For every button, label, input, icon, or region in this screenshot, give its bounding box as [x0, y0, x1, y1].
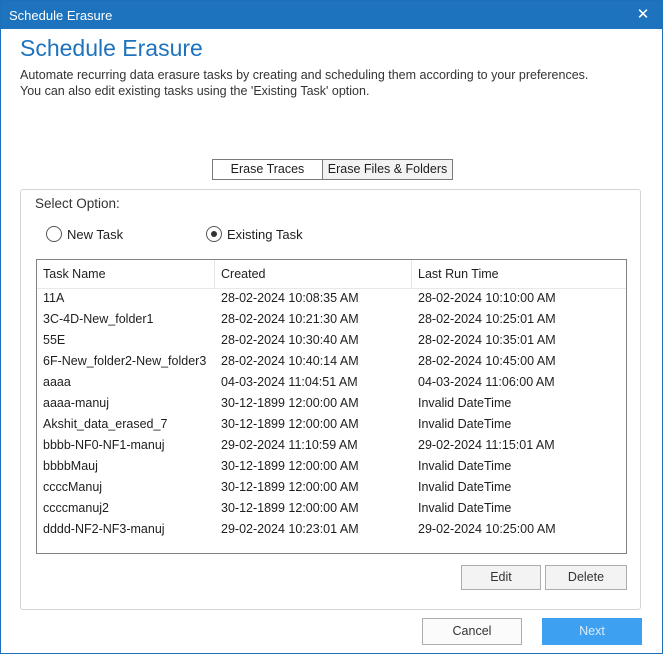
- created-cell: 29-02-2024 11:10:59 AM: [221, 438, 358, 452]
- column-header-last-run-time[interactable]: Last Run Time: [411, 260, 626, 289]
- task-name-cell: aaaa-manuj: [43, 396, 110, 410]
- edit-button[interactable]: Edit: [461, 565, 541, 590]
- last-run-time-cell: 29-02-2024 11:15:01 AM: [418, 438, 555, 452]
- table-row[interactable]: 55E 28-02-2024 10:30:40 AM 28-02-2024 10:3…: [37, 330, 626, 351]
- last-run-time-cell: 28-02-2024 10:45:00 AM: [418, 354, 556, 368]
- created-cell: 30-12-1899 12:00:00 AM: [221, 480, 359, 494]
- new-task-label: New Task: [67, 226, 124, 242]
- created-cell: 28-02-2024 10:08:35 AM: [221, 291, 359, 305]
- task-name-cell: bbbb-NF0-NF1-manuj: [43, 438, 165, 452]
- last-run-time-cell: Invalid DateTime: [418, 480, 512, 494]
- last-run-time-cell: Invalid DateTime: [418, 501, 512, 515]
- task-name-cell: 3C-4D-New_folder1: [43, 312, 154, 326]
- select-option-label: Select Option:: [35, 196, 120, 211]
- created-cell: 28-02-2024 10:30:40 AM: [221, 333, 359, 347]
- table-row[interactable]: ccccManuj 30-12-1899 12:00:00 AM Invalid D…: [37, 477, 626, 498]
- created-cell: 04-03-2024 11:04:51 AM: [221, 375, 358, 389]
- close-icon[interactable]: ✕: [632, 4, 654, 26]
- task-name-cell: 55E: [43, 333, 66, 347]
- description-line-2: You can also edit existing tasks using t…: [20, 84, 370, 98]
- cancel-button[interactable]: Cancel: [422, 618, 522, 645]
- table-row[interactable]: 3C-4D-New_folder1 28-02-2024 10:21:30 AM 2…: [37, 309, 626, 330]
- window-title: Schedule Erasure: [9, 8, 113, 23]
- last-run-time-cell: 28-02-2024 10:35:01 AM: [418, 333, 556, 347]
- task-name-cell: 11A: [43, 291, 65, 305]
- tab-erase-traces[interactable]: Erase Traces: [212, 159, 323, 180]
- existing-task-radio[interactable]: Existing Task: [206, 224, 303, 244]
- table-row[interactable]: aaaa 04-03-2024 11:04:51 AM 04-03-2024 11:…: [37, 372, 626, 393]
- table-row[interactable]: bbbbMauj 30-12-1899 12:00:00 AM Invalid Da…: [37, 456, 626, 477]
- task-name-cell: bbbbMauj: [43, 459, 98, 473]
- radio-unchecked-icon: [46, 226, 62, 242]
- next-button[interactable]: Next: [542, 618, 642, 645]
- last-run-time-cell: 04-03-2024 11:06:00 AM: [418, 375, 555, 389]
- created-cell: 28-02-2024 10:21:30 AM: [221, 312, 359, 326]
- existing-task-label: Existing Task: [227, 226, 303, 242]
- task-name-cell: dddd-NF2-NF3-manuj: [43, 522, 165, 536]
- table-row[interactable]: aaaa-manuj 30-12-1899 12:00:00 AM Invalid …: [37, 393, 626, 414]
- task-name-cell: aaaa: [43, 375, 71, 389]
- page-heading: Schedule Erasure: [20, 35, 203, 61]
- last-run-time-cell: Invalid DateTime: [418, 459, 512, 473]
- tab-erase-files-folders[interactable]: Erase Files & Folders: [323, 159, 453, 180]
- description-line-1: Automate recurring data erasure tasks by…: [20, 68, 589, 82]
- task-list-rows: 11A 28-02-2024 10:08:35 AM 28-02-2024 10:1…: [37, 288, 626, 540]
- task-name-cell: ccccManuj: [43, 480, 103, 494]
- erase-type-tabs: Erase Traces Erase Files & Folders: [212, 159, 453, 180]
- last-run-time-cell: Invalid DateTime: [418, 396, 512, 410]
- last-run-time-cell: 29-02-2024 10:25:00 AM: [418, 522, 556, 536]
- created-cell: 28-02-2024 10:40:14 AM: [221, 354, 359, 368]
- delete-button[interactable]: Delete: [545, 565, 627, 590]
- last-run-time-cell: Invalid DateTime: [418, 417, 512, 431]
- new-task-radio[interactable]: New Task: [46, 224, 123, 244]
- column-header-task-name[interactable]: Task Name: [37, 260, 214, 289]
- created-cell: 30-12-1899 12:00:00 AM: [221, 396, 359, 410]
- table-row[interactable]: Akshit_data_erased_7 30-12-1899 12:00:00 …: [37, 414, 626, 435]
- created-cell: 30-12-1899 12:00:00 AM: [221, 417, 359, 431]
- task-name-cell: ccccmanuj2: [43, 501, 109, 515]
- task-list-header: Task Name Created Last Run Time: [37, 260, 626, 289]
- table-row[interactable]: bbbb-NF0-NF1-manuj 29-02-2024 11:10:59 AM…: [37, 435, 626, 456]
- created-cell: 29-02-2024 10:23:01 AM: [221, 522, 359, 536]
- task-panel: Select Option: New Task Existing Task Ta…: [20, 189, 641, 610]
- created-cell: 30-12-1899 12:00:00 AM: [221, 459, 359, 473]
- table-row[interactable]: dddd-NF2-NF3-manuj 29-02-2024 10:23:01 AM…: [37, 519, 626, 540]
- task-name-cell: 6F-New_folder2-New_folder3: [43, 354, 207, 368]
- radio-checked-icon: [206, 226, 222, 242]
- schedule-erasure-dialog: Schedule Erasure ✕ Schedule Erasure Auto…: [0, 0, 663, 654]
- column-header-created[interactable]: Created: [214, 260, 411, 289]
- table-row[interactable]: 6F-New_folder2-New_folder3 28-02-2024 10:…: [37, 351, 626, 372]
- page-description: Automate recurring data erasure tasks by…: [20, 67, 650, 99]
- table-row[interactable]: 11A 28-02-2024 10:08:35 AM 28-02-2024 10:1…: [37, 288, 626, 309]
- created-cell: 30-12-1899 12:00:00 AM: [221, 501, 359, 515]
- last-run-time-cell: 28-02-2024 10:10:00 AM: [418, 291, 556, 305]
- task-list[interactable]: Task Name Created Last Run Time 11A 28-02…: [36, 259, 627, 554]
- last-run-time-cell: 28-02-2024 10:25:01 AM: [418, 312, 556, 326]
- task-name-cell: Akshit_data_erased_7: [43, 417, 168, 431]
- table-row[interactable]: ccccmanuj2 30-12-1899 12:00:00 AM Invalid …: [37, 498, 626, 519]
- title-bar: Schedule Erasure ✕: [1, 1, 662, 29]
